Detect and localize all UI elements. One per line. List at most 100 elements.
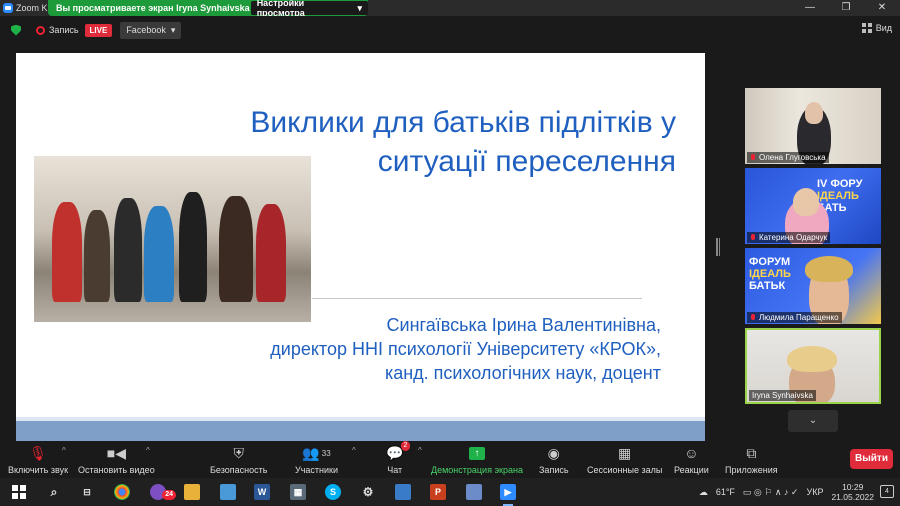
clock-time: 10:29	[842, 482, 864, 492]
windows-start-icon[interactable]	[12, 485, 26, 499]
view-label: Вид	[875, 23, 892, 33]
author-degree: канд. психологічних наук, доцент	[384, 363, 661, 383]
chat-options-caret[interactable]: ^	[418, 446, 422, 455]
calculator-icon[interactable]: ▦	[290, 484, 306, 500]
chat-button[interactable]: 💬 2 Чат	[386, 441, 411, 475]
participants-options-caret[interactable]: ^	[352, 446, 356, 455]
participant-name: Катерина Одарчук	[759, 233, 828, 242]
participant-tile[interactable]: IV ФОРУ ІДЕАЛЬ БАТЬ Катерина Одарчук	[745, 168, 881, 244]
stop-video-label: Остановить видео	[78, 465, 155, 475]
share-screen-label: Демонстрация экрана	[431, 465, 523, 475]
chrome-icon[interactable]	[114, 484, 130, 500]
share-screen-icon: ↑	[468, 444, 485, 462]
mic-muted-icon	[750, 313, 756, 322]
screen-share-banner: Вы просматриваете экран Iryna Synhaivska…	[48, 0, 368, 18]
apps-label: Приложения	[725, 465, 778, 475]
word-icon[interactable]: W	[254, 484, 270, 500]
facebook-stream-dropdown[interactable]: Facebook ▾	[120, 21, 182, 39]
chat-label: Чат	[387, 465, 403, 475]
weather-icon[interactable]: ☁	[699, 487, 708, 498]
poster-text: ФОРУМ ІДЕАЛЬ БАТЬК	[749, 256, 791, 292]
participant-name-tag: Олена Глуговська	[747, 152, 829, 163]
slide-author: Сингаївська Ірина Валентинівна, директор…	[166, 313, 661, 385]
skype-icon[interactable]: S	[325, 484, 341, 500]
title-bar: Zoom K Вы просматриваете экран Iryna Syn…	[0, 0, 900, 18]
recording-label: Запись	[49, 25, 79, 35]
chat-unread-badge: 2	[400, 441, 411, 451]
shared-screen-slide: Виклики для батьків підлітків у ситуації…	[16, 53, 705, 441]
participant-tile[interactable]: Олена Глуговська	[745, 88, 881, 164]
weather-temp[interactable]: 61°F	[716, 487, 735, 497]
security-button[interactable]: ⛨ Безопасность	[210, 444, 268, 476]
mic-muted-icon	[750, 233, 756, 242]
participant-tile[interactable]: ФОРУМ ІДЕАЛЬ БАТЬК Людмила Паращенко	[745, 248, 881, 324]
facebook-label: Facebook	[126, 25, 166, 35]
mic-muted-icon: 🎙	[29, 444, 47, 461]
close-button[interactable]: ✕	[864, 0, 900, 16]
live-badge: LIVE	[84, 23, 113, 37]
audio-options-caret[interactable]: ^	[62, 446, 66, 455]
windows-taskbar: ⌕ ⊟ 24 W ▦ S ⚙ P ▶ ☁ 61°F ▭ ◎ ⚐ ∧ ♪ ✓ УК…	[0, 478, 900, 506]
record-label: Запись	[539, 465, 569, 475]
security-label: Безопасность	[210, 465, 268, 475]
participant-name-tag: Iryna Synhaivska	[749, 390, 816, 401]
photo-viewer-icon[interactable]	[395, 484, 411, 500]
file-explorer-icon[interactable]	[184, 484, 200, 500]
video-camera-icon: ■◀	[106, 444, 126, 461]
slide-divider	[312, 298, 642, 299]
leave-meeting-button[interactable]: Выйти	[850, 449, 893, 469]
encryption-shield-icon[interactable]	[11, 24, 21, 36]
view-button[interactable]: Вид	[861, 23, 892, 33]
chevron-down-icon: ▾	[357, 2, 362, 13]
recording-indicator[interactable]: Запись	[36, 25, 79, 35]
scroll-participants-down-button[interactable]: ⌄	[788, 410, 838, 432]
unmute-label: Включить звук	[8, 465, 69, 475]
zoom-logo-icon	[3, 3, 13, 13]
chevron-down-icon: ⌄	[808, 415, 818, 426]
participant-hair	[805, 256, 853, 282]
share-screen-button[interactable]: ↑ Демонстрация экрана	[431, 444, 523, 475]
app-icon[interactable]	[466, 484, 482, 500]
share-banner-text: Вы просматриваете экран Iryna Synhaivska	[56, 3, 250, 13]
zoom-window: Zoom K Вы просматриваете экран Iryna Syn…	[0, 0, 900, 506]
participant-name-tag: Катерина Одарчук	[747, 232, 831, 243]
participants-icon: 👥 33	[302, 444, 331, 461]
author-position: директор ННІ психології Університету «КР…	[270, 339, 661, 359]
search-icon[interactable]: ⌕	[46, 484, 62, 500]
participant-name: Олена Глуговська	[759, 153, 826, 162]
breakout-rooms-icon: ▦	[618, 444, 632, 461]
record-dot-icon	[36, 25, 45, 35]
unmute-button[interactable]: 🎙 Включить звук	[8, 444, 69, 476]
record-button[interactable]: ◉ Запись	[539, 444, 569, 476]
stop-video-button[interactable]: ■◀ Остановить видео	[78, 444, 155, 476]
breakout-rooms-label: Сессионные залы	[587, 465, 663, 475]
reactions-button[interactable]: ☺ Реакции	[674, 444, 709, 475]
maximize-button[interactable]: ❐	[828, 0, 864, 16]
participants-button[interactable]: 👥 33 Участники	[295, 444, 338, 476]
zoom-taskbar-icon[interactable]: ▶	[500, 484, 516, 500]
apps-button[interactable]: ⧉ Приложения	[725, 444, 778, 476]
shield-icon: ⛨	[233, 444, 244, 461]
powerpoint-icon[interactable]: P	[430, 484, 446, 500]
settings-gear-icon[interactable]: ⚙	[360, 484, 376, 500]
author-name: Сингаївська Ірина Валентинівна,	[386, 315, 661, 335]
chevron-down-icon: ▾	[170, 24, 176, 35]
participant-face	[793, 188, 819, 216]
keyboard-language[interactable]: УКР	[806, 487, 823, 497]
photos-icon[interactable]	[220, 484, 236, 500]
participant-name: Iryna Synhaivska	[752, 391, 813, 400]
reactions-icon: ☺	[684, 445, 699, 461]
slide-title-line-1: Виклики для батьків підлітків у	[250, 106, 676, 139]
view-options-button[interactable]: Настройки просмотра ▾	[250, 0, 368, 18]
task-view-icon[interactable]: ⊟	[79, 484, 95, 500]
participant-tile-active-speaker[interactable]: Iryna Synhaivska	[745, 328, 881, 404]
notifications-button[interactable]: 4	[880, 485, 894, 498]
minimize-button[interactable]: —	[792, 0, 828, 16]
breakout-rooms-button[interactable]: ▦ Сессионные залы	[587, 444, 663, 476]
tray-icons[interactable]: ▭ ◎ ⚐ ∧ ♪ ✓	[743, 487, 799, 498]
panel-resize-handle[interactable]	[716, 238, 720, 256]
video-options-caret[interactable]: ^	[146, 446, 150, 455]
participant-name-tag: Людмила Паращенко	[747, 312, 842, 323]
clock[interactable]: 10:29 21.05.2022	[831, 482, 874, 502]
viber-icon[interactable]: 24	[150, 484, 176, 500]
